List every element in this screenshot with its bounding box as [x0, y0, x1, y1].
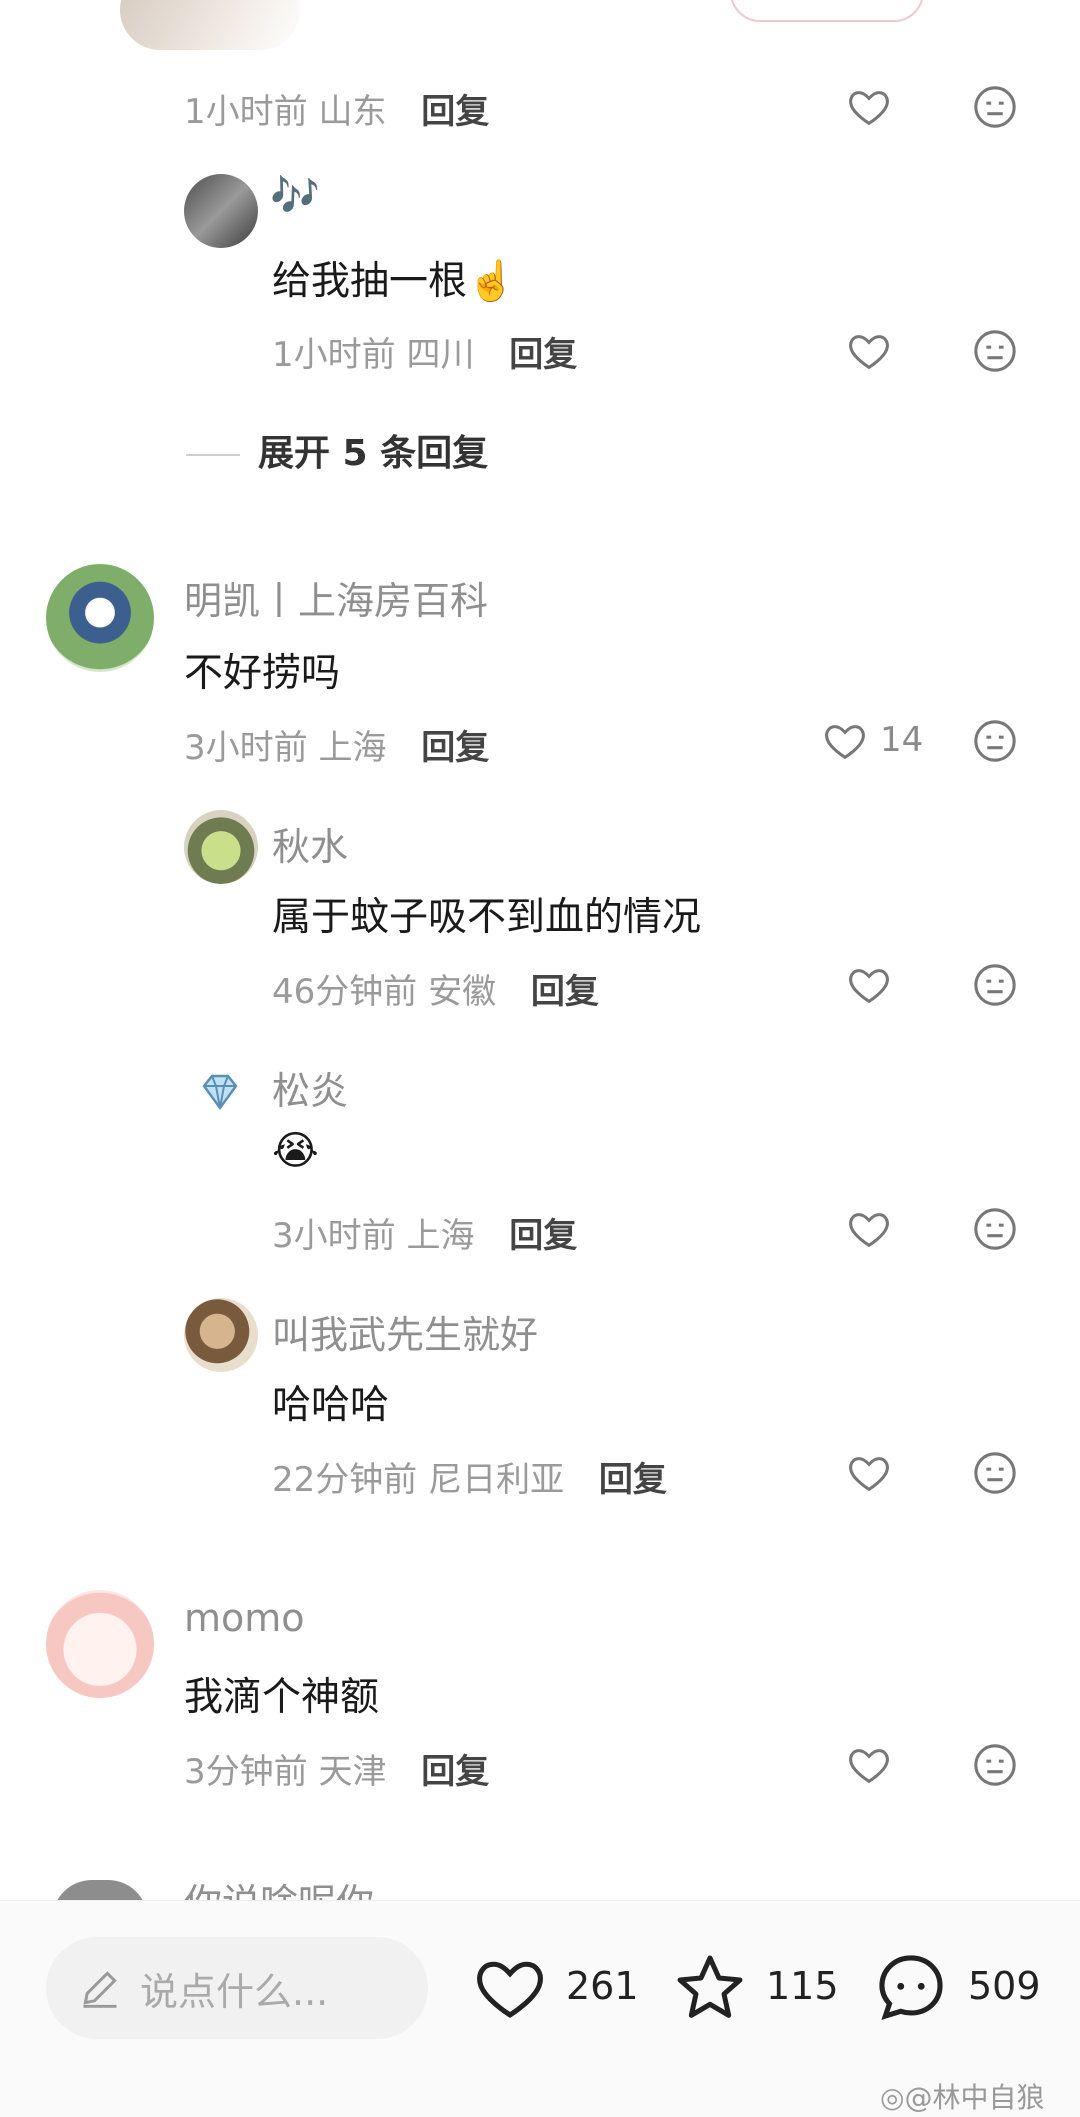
- comment-input-placeholder: 说点什么...: [140, 1970, 329, 2014]
- avatar[interactable]: [46, 1590, 154, 1698]
- like-count: 14: [880, 720, 924, 760]
- heart-icon[interactable]: [846, 1742, 892, 1788]
- diamond-icon[interactable]: [196, 1068, 244, 1116]
- username[interactable]: 明凯丨上海房百科: [184, 570, 488, 625]
- comment-count: 509: [968, 1964, 1041, 2008]
- avatar[interactable]: [184, 1298, 258, 1372]
- reply-time: 1小时前: [272, 335, 396, 375]
- username[interactable]: 松炎: [272, 1060, 348, 1115]
- reply-button[interactable]: 回复: [509, 335, 577, 375]
- comment-time: 3小时前: [184, 728, 308, 768]
- weibo-logo-icon: ◎: [880, 2081, 905, 2114]
- comment-location: 上海: [318, 728, 387, 768]
- dislike-face-icon[interactable]: [972, 962, 1018, 1008]
- comment-text: 属于蚊子吸不到血的情况: [272, 895, 702, 940]
- dislike-face-icon[interactable]: [972, 84, 1018, 130]
- reply-time: 46分钟前: [272, 972, 418, 1012]
- dislike-face-icon[interactable]: [972, 328, 1018, 374]
- reply-location: 上海: [406, 1216, 475, 1256]
- heart-icon[interactable]: [846, 1450, 892, 1496]
- reply-time: 1小时前: [184, 92, 308, 132]
- dislike-face-icon[interactable]: [972, 1206, 1018, 1252]
- expand-label: 展开 5 条回复: [258, 433, 489, 474]
- comment-sticker: 😭: [272, 1128, 319, 1174]
- post-thumbnail[interactable]: [120, 0, 300, 50]
- comment-text: 我滴个神额: [184, 1675, 380, 1720]
- reply-location: 四川: [406, 335, 475, 375]
- dislike-face-icon[interactable]: [972, 1450, 1018, 1496]
- username[interactable]: 秋水: [272, 816, 348, 871]
- star-count: 115: [766, 1964, 839, 2008]
- heart-icon[interactable]: [822, 718, 868, 764]
- reply-location: 山东: [318, 92, 387, 132]
- follow-button[interactable]: [730, 0, 924, 22]
- comment-text: 给我抽一根☝️: [272, 259, 516, 304]
- reply-time: 3小时前: [272, 1216, 396, 1256]
- expand-replies-button[interactable]: 展开 5 条回复: [186, 424, 488, 476]
- reply-button[interactable]: 回复: [599, 1460, 667, 1500]
- comment-time: 3分钟前: [184, 1752, 308, 1792]
- reply-button[interactable]: 回复: [421, 1752, 489, 1792]
- pencil-icon: [83, 1971, 117, 2008]
- divider: [186, 454, 240, 456]
- comment-bubble-icon[interactable]: [870, 1946, 952, 2028]
- username[interactable]: 叫我武先生就好: [272, 1304, 538, 1359]
- heart-icon[interactable]: [846, 84, 892, 130]
- reply-meta: 1小时前 四川 回复: [272, 327, 577, 376]
- reply-button[interactable]: 回复: [421, 728, 489, 768]
- comment-meta: 3小时前 上海 回复: [184, 720, 489, 769]
- star-icon[interactable]: [670, 1948, 750, 2028]
- reply-button[interactable]: 回复: [531, 972, 599, 1012]
- heart-icon[interactable]: [846, 962, 892, 1008]
- username[interactable]: momo: [184, 1596, 305, 1640]
- comment-meta: 3分钟前 天津 回复: [184, 1744, 489, 1793]
- avatar[interactable]: [184, 174, 258, 248]
- comment-text: 哈哈哈: [272, 1383, 390, 1428]
- reply-meta: 22分钟前 尼日利亚 回复: [272, 1452, 667, 1501]
- reply-meta: 1小时前 山东 回复: [184, 84, 489, 133]
- dislike-face-icon[interactable]: [972, 1742, 1018, 1788]
- like-count: 261: [566, 1964, 639, 2008]
- comment-text: 不好捞吗: [184, 651, 341, 696]
- avatar[interactable]: [46, 564, 154, 672]
- heart-icon[interactable]: [846, 328, 892, 374]
- reply-time: 22分钟前: [272, 1460, 418, 1500]
- reply-location: 尼日利亚: [428, 1460, 565, 1500]
- dislike-face-icon[interactable]: [972, 718, 1018, 764]
- reply-location: 安徽: [428, 972, 497, 1012]
- comment-location: 天津: [318, 1752, 387, 1792]
- reply-button[interactable]: 回复: [421, 92, 489, 132]
- reply-meta: 3小时前 上海 回复: [272, 1208, 577, 1257]
- avatar[interactable]: [184, 810, 258, 884]
- like-heart-icon[interactable]: [470, 1950, 550, 2026]
- watermark: ◎@林中自狼: [880, 2081, 1045, 2114]
- reply-meta: 46分钟前 安徽 回复: [272, 964, 599, 1013]
- reply-button[interactable]: 回复: [509, 1216, 577, 1256]
- username[interactable]: 🎶: [270, 172, 320, 219]
- heart-icon[interactable]: [846, 1206, 892, 1252]
